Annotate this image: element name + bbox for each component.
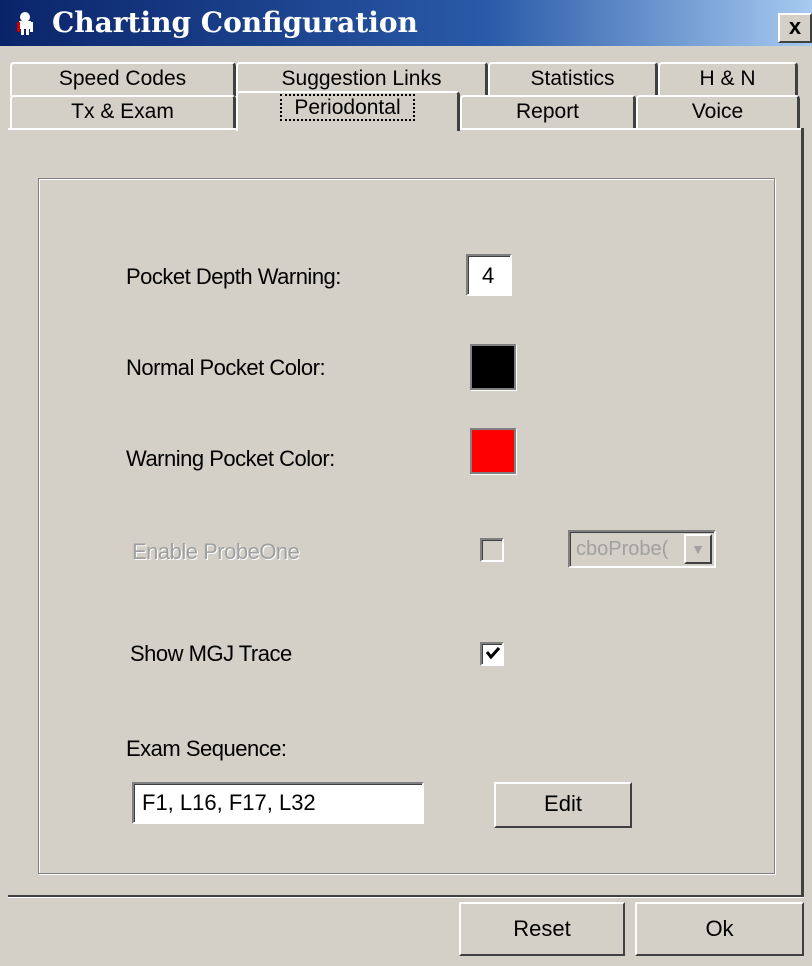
tab-statistics[interactable]: Statistics xyxy=(488,62,658,96)
pocket-depth-value: 4 xyxy=(482,263,495,288)
tab-h-and-n[interactable]: H & N xyxy=(658,62,798,96)
pocket-depth-input[interactable]: 4 xyxy=(466,254,512,296)
tab-voice[interactable]: Voice xyxy=(636,95,800,129)
tab-label: Report xyxy=(515,100,580,123)
chevron-down-icon[interactable]: ▼ xyxy=(684,534,712,564)
warning-color-label: Warning Pocket Color: xyxy=(126,446,335,471)
probeone-combo-text: cboProbe( xyxy=(576,538,669,560)
tab-periodontal[interactable]: Periodontal xyxy=(236,91,460,131)
exam-sequence-label: Exam Sequence: xyxy=(126,736,287,761)
close-button[interactable]: x xyxy=(778,13,812,43)
probeone-combo[interactable]: cboProbe( ▼ xyxy=(568,530,716,568)
tab-label: H & N xyxy=(699,67,756,90)
tab-label: Tx & Exam xyxy=(71,100,174,123)
normal-color-swatch[interactable] xyxy=(470,344,516,390)
tab-label: Suggestion Links xyxy=(281,67,442,90)
tab-report[interactable]: Report xyxy=(460,95,636,129)
tab-label: Voice xyxy=(691,100,744,123)
checkmark-icon xyxy=(485,647,501,660)
edit-button[interactable]: Edit xyxy=(494,782,632,828)
probeone-label: Enable ProbeOne xyxy=(132,539,300,564)
tab-pane-border-right xyxy=(801,128,804,896)
reset-button[interactable]: Reset xyxy=(459,902,625,956)
exam-sequence-input[interactable]: F1, L16, F17, L32 xyxy=(132,782,424,824)
mgj-label: Show MGJ Trace xyxy=(130,641,292,666)
warning-color-swatch[interactable] xyxy=(470,428,516,474)
tab-label: Statistics xyxy=(530,67,615,90)
window-title: Charting Configuration xyxy=(52,6,418,39)
tab-label: Speed Codes xyxy=(58,67,187,90)
probeone-checkbox[interactable] xyxy=(480,538,504,562)
app-tooth-icon xyxy=(17,12,33,35)
tab-speed-codes[interactable]: Speed Codes xyxy=(10,62,236,96)
title-bar: Charting Configuration x xyxy=(0,0,812,46)
tab-label: Periodontal xyxy=(280,94,415,121)
ok-button[interactable]: Ok xyxy=(635,902,804,956)
pocket-depth-label: Pocket Depth Warning: xyxy=(126,264,341,289)
normal-color-label: Normal Pocket Color: xyxy=(126,355,326,380)
mgj-checkbox[interactable] xyxy=(480,642,504,666)
footer-divider-highlight xyxy=(8,897,804,898)
tab-tx-exam[interactable]: Tx & Exam xyxy=(10,95,236,129)
exam-sequence-value: F1, L16, F17, L32 xyxy=(142,790,316,815)
